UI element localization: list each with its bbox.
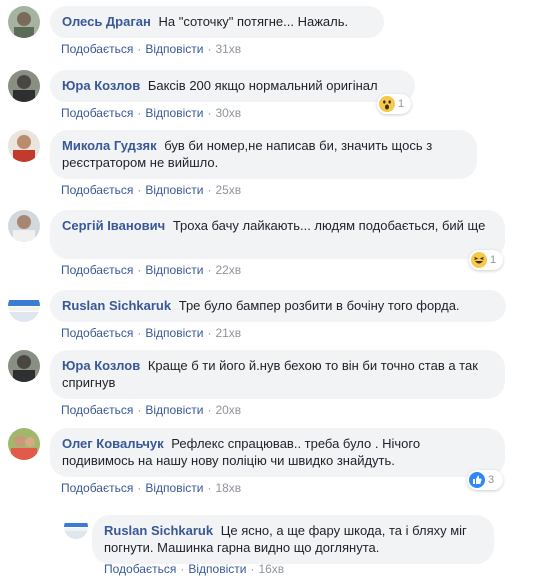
- like-link[interactable]: Подобається: [61, 42, 133, 56]
- comment-actions: Подобається · Відповісти · 20хв: [61, 403, 241, 417]
- reaction-badge[interactable]: 1: [377, 94, 411, 114]
- avatar[interactable]: [8, 290, 40, 322]
- comment-time[interactable]: 31хв: [215, 42, 241, 56]
- separator: ·: [207, 42, 212, 56]
- comment-time[interactable]: 16хв: [258, 562, 284, 576]
- separator: ·: [207, 481, 212, 495]
- separator: ·: [137, 263, 142, 277]
- reply-link[interactable]: Відповісти: [145, 326, 203, 340]
- comment-time[interactable]: 21хв: [215, 326, 241, 340]
- comment-author[interactable]: Юра Козлов: [62, 78, 140, 93]
- reaction-count: 1: [490, 254, 497, 266]
- separator: ·: [137, 42, 142, 56]
- separator: ·: [207, 106, 212, 120]
- separator: ·: [137, 481, 142, 495]
- comment-time[interactable]: 30хв: [215, 106, 241, 120]
- comment-bubble: Юра Козлов Краще б ти його й.нув бехою т…: [50, 350, 505, 399]
- comment-bubble: Юра Козлов Баксів 200 якщо нормальний ор…: [50, 70, 415, 102]
- reaction-badge[interactable]: 3: [467, 470, 503, 490]
- like-link[interactable]: Подобається: [61, 263, 133, 277]
- separator: ·: [207, 403, 212, 417]
- comment-author[interactable]: Сергій Іванович: [62, 218, 165, 233]
- comment-time[interactable]: 25хв: [215, 183, 241, 197]
- avatar[interactable]: [8, 210, 40, 242]
- comment-author[interactable]: Ruslan Sichkaruk: [104, 523, 213, 538]
- comment-author[interactable]: Ruslan Sichkaruk: [62, 298, 171, 313]
- like-icon: [469, 472, 485, 488]
- like-link[interactable]: Подобається: [61, 403, 133, 417]
- reply-link[interactable]: Відповісти: [145, 403, 203, 417]
- separator: ·: [207, 263, 212, 277]
- like-link[interactable]: Подобається: [104, 562, 176, 576]
- reaction-badge[interactable]: 1: [469, 250, 503, 270]
- separator: ·: [207, 183, 212, 197]
- avatar[interactable]: [8, 130, 40, 162]
- avatar[interactable]: [64, 515, 88, 539]
- comment-time[interactable]: 20хв: [215, 403, 241, 417]
- comment-actions: Подобається · Відповісти · 22хв: [61, 263, 241, 277]
- haha-icon: [471, 252, 487, 268]
- comment-actions: Подобається · Відповісти · 31хв: [61, 42, 241, 56]
- separator: ·: [207, 326, 212, 340]
- separator: ·: [250, 562, 255, 576]
- reaction-count: 3: [488, 474, 495, 486]
- like-link[interactable]: Подобається: [61, 326, 133, 340]
- avatar[interactable]: [8, 428, 40, 460]
- comment-time[interactable]: 22хв: [215, 263, 241, 277]
- separator: ·: [137, 326, 142, 340]
- reply-link[interactable]: Відповісти: [145, 42, 203, 56]
- comment-time[interactable]: 18хв: [215, 481, 241, 495]
- comment-text: Троха бачу лайкають... людям подобається…: [172, 218, 486, 233]
- avatar[interactable]: [8, 6, 40, 38]
- reply-link[interactable]: Відповісти: [188, 562, 246, 576]
- separator: ·: [180, 562, 185, 576]
- separator: ·: [137, 403, 142, 417]
- comment-bubble: Олег Ковальчук Рефлекс спрацював.. треба…: [50, 428, 505, 477]
- separator: ·: [137, 183, 142, 197]
- comment-bubble: Сергій Іванович Троха бачу лайкають... л…: [50, 210, 505, 259]
- comment-author[interactable]: Юра Козлов: [62, 358, 140, 373]
- comment-bubble: Олесь Драган На "соточку" потягне... Наж…: [50, 6, 384, 38]
- comment-author[interactable]: Олесь Драган: [62, 14, 151, 29]
- reaction-count: 1: [398, 98, 405, 110]
- comment-actions: Подобається · Відповісти · 21хв: [61, 326, 241, 340]
- comment-actions: Подобається · Відповісти · 25хв: [61, 183, 241, 197]
- avatar[interactable]: [8, 350, 40, 382]
- comment-bubble: Ruslan Sichkaruk Тре було бампер розбити…: [50, 290, 506, 322]
- reply-link[interactable]: Відповісти: [145, 106, 203, 120]
- comment-text: Тре було бампер розбити в бочіну того фо…: [178, 298, 460, 313]
- wow-icon: [379, 96, 395, 112]
- reply-link[interactable]: Відповісти: [145, 183, 203, 197]
- separator: ·: [137, 106, 142, 120]
- comment-bubble: Ruslan Sichkaruk Це ясно, а ще фару шкод…: [92, 515, 494, 564]
- comment-author[interactable]: Микола Гудзяк: [62, 138, 157, 153]
- comment-actions: Подобається · Відповісти · 16хв: [104, 562, 284, 576]
- reply-link[interactable]: Відповісти: [145, 263, 203, 277]
- like-link[interactable]: Подобається: [61, 183, 133, 197]
- comment-text: На "соточку" потягне... Нажаль.: [158, 14, 349, 29]
- comment-author[interactable]: Олег Ковальчук: [62, 436, 164, 451]
- reply-link[interactable]: Відповісти: [145, 481, 203, 495]
- like-link[interactable]: Подобається: [61, 481, 133, 495]
- like-link[interactable]: Подобається: [61, 106, 133, 120]
- comment-actions: Подобається · Відповісти · 30хв: [61, 106, 241, 120]
- avatar[interactable]: [8, 70, 40, 102]
- comment-actions: Подобається · Відповісти · 18хв: [61, 481, 241, 495]
- comment-bubble: Микола Гудзяк був би номер,не написав би…: [50, 130, 477, 179]
- comment-text: Баксів 200 якщо нормальний оригінал: [147, 78, 378, 93]
